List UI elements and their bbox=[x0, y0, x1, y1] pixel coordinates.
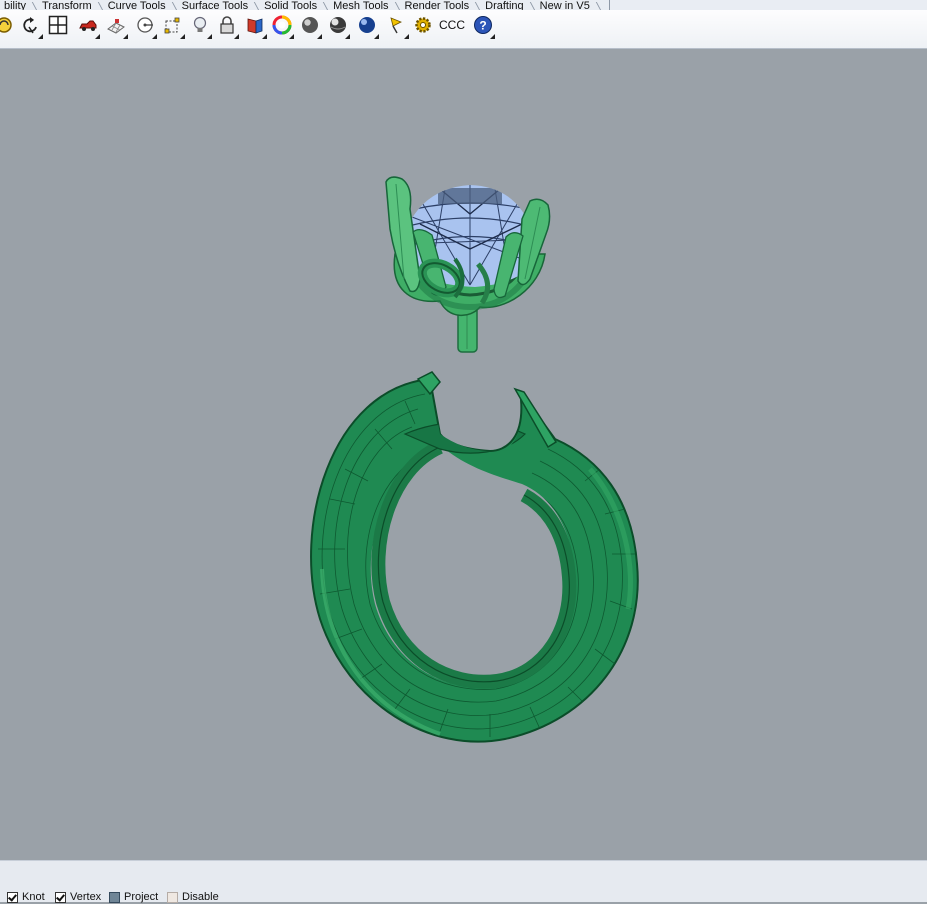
tab-mesh-tools[interactable]: Mesh Tools bbox=[329, 1, 400, 11]
padlock-icon bbox=[220, 16, 234, 34]
toolbar-tab-strip: bility Transform Curve Tools Surface Tools S… bbox=[0, 0, 927, 10]
tab-new-in-v5[interactable]: New in V5 bbox=[536, 1, 602, 11]
four-viewports-icon bbox=[48, 15, 68, 35]
tab-curve-tools[interactable]: Curve Tools bbox=[104, 1, 178, 11]
point-target-icon bbox=[137, 17, 153, 33]
shade-sphere-icon bbox=[302, 17, 318, 33]
color-wheel-icon bbox=[272, 15, 292, 35]
undo-view-icon bbox=[23, 17, 37, 34]
rotate-view-icon bbox=[0, 17, 12, 33]
project-label: Project bbox=[124, 891, 159, 903]
rotate-view-button[interactable] bbox=[0, 13, 16, 37]
main-toolbar: CCC ? bbox=[0, 10, 927, 49]
rendered-sphere-icon bbox=[330, 17, 346, 33]
tab-transform[interactable]: Transform bbox=[38, 1, 104, 11]
point-target-button[interactable] bbox=[133, 13, 157, 39]
rendered-sphere-button[interactable] bbox=[326, 13, 350, 39]
tab-render-tools[interactable]: Render Tools bbox=[401, 1, 482, 11]
disable-option[interactable]: Disable bbox=[167, 890, 219, 904]
blue-sphere-icon bbox=[359, 17, 375, 33]
project-option[interactable]: Project bbox=[109, 890, 158, 904]
light-bulb-button[interactable] bbox=[188, 13, 212, 39]
undo-view-button[interactable] bbox=[19, 13, 43, 39]
vertex-label: Vertex bbox=[70, 891, 102, 903]
grid-plane-button[interactable] bbox=[104, 13, 128, 39]
car-icon bbox=[79, 20, 97, 31]
light-bulb-icon bbox=[193, 16, 207, 32]
vertex-option[interactable]: Vertex bbox=[55, 890, 101, 904]
disable-label: Disable bbox=[182, 891, 219, 903]
layer-book-icon bbox=[247, 18, 263, 34]
knot-label: Knot bbox=[22, 891, 45, 903]
help-button[interactable]: ? bbox=[471, 13, 495, 39]
tab-strip-end bbox=[609, 0, 610, 10]
tab-drafting[interactable]: Drafting bbox=[481, 1, 536, 11]
blue-sphere-button[interactable] bbox=[355, 13, 379, 39]
grid-plane-icon bbox=[107, 19, 125, 34]
snap-select-button[interactable] bbox=[161, 13, 185, 39]
tab-solid-tools[interactable]: Solid Tools bbox=[260, 1, 329, 11]
prong-head[interactable] bbox=[385, 176, 551, 353]
four-viewports-button[interactable] bbox=[46, 13, 70, 37]
gear-button[interactable] bbox=[411, 13, 435, 37]
shade-sphere-button[interactable] bbox=[298, 13, 322, 39]
ring-band[interactable] bbox=[310, 371, 639, 743]
color-wheel-button[interactable] bbox=[270, 13, 294, 39]
snap-select-icon bbox=[164, 17, 180, 34]
ccc-button[interactable]: CCC bbox=[437, 13, 467, 37]
car-button[interactable] bbox=[76, 13, 100, 39]
gear-icon bbox=[415, 17, 431, 33]
pin-flag-button[interactable] bbox=[385, 13, 409, 39]
layer-book-button[interactable] bbox=[243, 13, 267, 39]
padlock-button[interactable] bbox=[215, 13, 239, 39]
help-icon: ? bbox=[474, 16, 492, 34]
pin-flag-icon bbox=[390, 17, 402, 34]
svg-text:?: ? bbox=[479, 19, 486, 33]
tab-visibility[interactable]: bility bbox=[0, 1, 38, 11]
tab-surface-tools[interactable]: Surface Tools bbox=[178, 1, 260, 11]
knot-option[interactable]: Knot bbox=[7, 890, 45, 904]
perspective-viewport[interactable] bbox=[0, 49, 927, 860]
ring-model-scene bbox=[310, 176, 639, 743]
osnap-status-bar: Knot Vertex Project Disable bbox=[0, 860, 927, 904]
